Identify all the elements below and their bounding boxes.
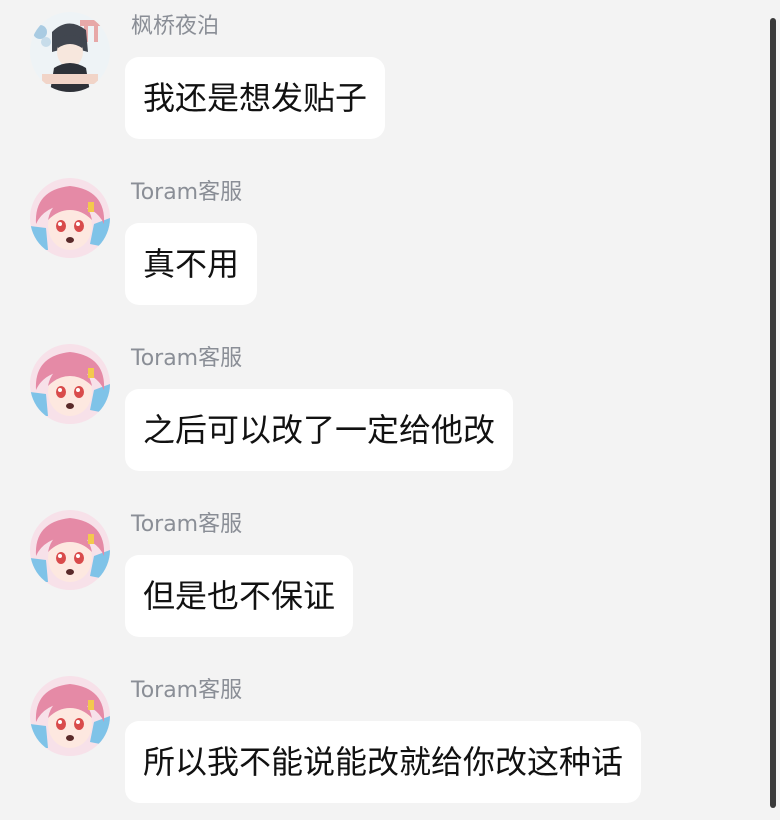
support-avatar-image: [30, 344, 110, 424]
sender-name: Toram客服: [131, 180, 243, 205]
scrollbar[interactable]: [770, 18, 776, 808]
support-avatar[interactable]: [30, 344, 110, 424]
user-avatar-image: [30, 12, 110, 92]
message-bubble[interactable]: 真不用: [125, 223, 258, 305]
support-avatar-image: [30, 178, 110, 258]
support-avatar[interactable]: [30, 510, 110, 590]
sender-name: Toram客服: [131, 346, 243, 371]
sender-name: Toram客服: [131, 678, 243, 703]
support-avatar[interactable]: [30, 178, 110, 258]
chat-window: 枫桥夜泊 我还是想发贴子 Toram客服 真不用 Toram客服 之后可以改了一…: [0, 0, 780, 820]
support-avatar-image: [30, 510, 110, 590]
user-avatar[interactable]: [30, 12, 110, 92]
support-avatar[interactable]: [30, 676, 110, 756]
message-bubble[interactable]: 所以我不能说能改就给你改这种话: [125, 721, 642, 803]
message-bubble[interactable]: 我还是想发贴子: [125, 57, 386, 139]
message-bubble[interactable]: 但是也不保证: [125, 555, 354, 637]
support-avatar-image: [30, 676, 110, 756]
sender-name: Toram客服: [131, 512, 243, 537]
message-bubble[interactable]: 之后可以改了一定给他改: [125, 389, 514, 471]
sender-name: 枫桥夜泊: [131, 14, 220, 39]
